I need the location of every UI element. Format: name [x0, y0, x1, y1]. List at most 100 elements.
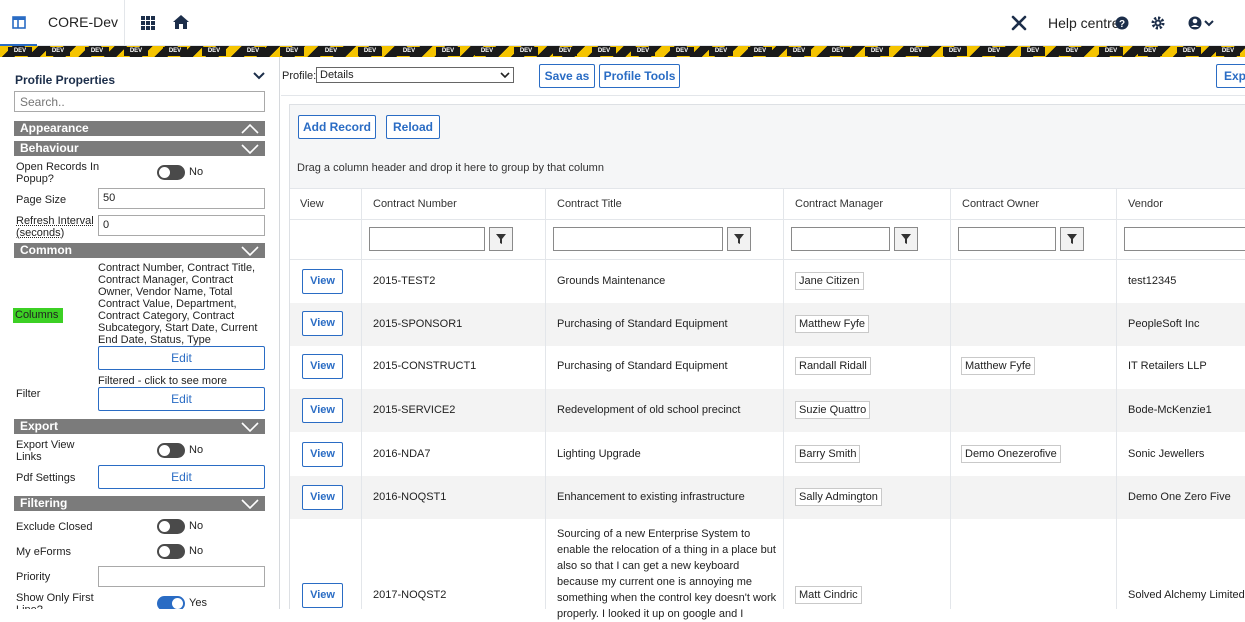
open-popup-label: Open Records In Popup? [16, 161, 100, 185]
dev-tag: DEV [982, 47, 1006, 56]
contract-manager-chip[interactable]: Barry Smith [795, 445, 861, 463]
dev-tag: DEV [1216, 47, 1240, 56]
profile-tools-button[interactable]: Profile Tools [599, 64, 680, 88]
contract-manager-chip[interactable]: Matt Cindric [795, 586, 862, 604]
section-common[interactable]: Common [14, 243, 265, 258]
view-record-button[interactable]: View [302, 583, 343, 608]
filter-input-contract-manager[interactable] [791, 227, 890, 251]
contract-owner-chip[interactable]: Demo Onezerofive [961, 445, 1061, 463]
vendor-cell: Solved Alchemy Limited [1128, 589, 1245, 601]
exclude-closed-toggle[interactable] [157, 519, 185, 534]
view-record-button[interactable]: View [302, 311, 343, 336]
filter-input-contract-number[interactable] [369, 227, 485, 251]
profile-properties-panel: Profile Properties Appearance Behaviour … [0, 57, 280, 609]
show-only-first-toggle[interactable] [157, 596, 185, 609]
dev-tag: DEV [1060, 47, 1084, 56]
filter-input-vendor[interactable] [1124, 227, 1245, 251]
priority-label: Priority [16, 571, 51, 583]
help-centre-link[interactable]: Help centre [1048, 15, 1120, 31]
my-eforms-toggle[interactable] [157, 544, 185, 559]
dev-tag: DEV [358, 47, 382, 56]
layout-toggle-button[interactable] [0, 0, 37, 46]
help-centre-label: Help centre [1048, 15, 1120, 31]
contract-manager-chip[interactable]: Sally Admington [795, 488, 882, 506]
column-header-contract-manager[interactable]: Contract Manager [795, 198, 883, 210]
section-behaviour[interactable]: Behaviour [14, 141, 265, 156]
contract-manager-chip[interactable]: Jane Citizen [795, 272, 864, 290]
dev-tag: DEV [397, 47, 421, 56]
open-popup-toggle[interactable] [157, 165, 185, 180]
dev-tag: DEV [475, 47, 499, 56]
filter-button-contract-manager[interactable] [894, 227, 918, 251]
pdf-settings-label: Pdf Settings [16, 472, 76, 484]
section-appearance[interactable]: Appearance [14, 121, 265, 136]
my-eforms-value: No [189, 545, 204, 557]
show-only-first-label: Show Only First Line? [16, 592, 94, 609]
chevron-down-icon [241, 246, 259, 256]
contract-number-cell: 2016-NDA7 [373, 448, 431, 460]
column-header-contract-owner[interactable]: Contract Owner [962, 198, 1039, 210]
view-record-button[interactable]: View [302, 442, 343, 467]
page-size-input[interactable]: 50 [98, 188, 265, 209]
contract-owner-chip[interactable]: Matthew Fyfe [961, 357, 1036, 375]
filter-edit-button[interactable]: Edit [98, 387, 265, 411]
view-record-button[interactable]: View [302, 485, 343, 510]
section-filtering[interactable]: Filtering [14, 496, 265, 511]
show-only-first-value: Yes [189, 597, 207, 609]
contract-manager-chip[interactable]: Suzie Quattro [795, 401, 871, 419]
section-export[interactable]: Export [14, 419, 265, 434]
divider [124, 0, 125, 46]
filter-button-contract-title[interactable] [727, 227, 751, 251]
column-header-contract-number[interactable]: Contract Number [373, 198, 457, 210]
column-header-view[interactable]: View [300, 198, 324, 210]
dev-tag: DEV [1021, 47, 1045, 56]
export-links-toggle[interactable] [157, 443, 185, 458]
pdf-settings-edit-button[interactable]: Edit [98, 465, 265, 489]
contract-number-cell: 2016-NOQST1 [373, 491, 447, 503]
view-record-button[interactable]: View [302, 269, 343, 294]
group-by-drop-zone[interactable]: Drag a column header and drop it here to… [297, 162, 604, 174]
column-divider [545, 188, 546, 609]
priority-input[interactable] [98, 566, 265, 587]
apps-grid-icon[interactable] [141, 16, 155, 30]
save-as-button[interactable]: Save as [539, 64, 595, 88]
filter-input-contract-owner[interactable] [958, 227, 1056, 251]
reload-button[interactable]: Reload [386, 115, 440, 139]
chevron-up-icon [241, 123, 259, 134]
dev-environment-banner: DEV DEV DEV DEV DEV DEV DEV DEV DEV DEV … [0, 46, 1245, 57]
view-record-button[interactable]: View [302, 398, 343, 423]
refresh-interval-input[interactable]: 0 [98, 215, 265, 236]
export-links-label: Export View Links [16, 439, 75, 463]
section-label: Export [20, 419, 59, 433]
chevron-down-icon[interactable] [253, 70, 265, 82]
view-record-button[interactable]: View [302, 354, 343, 379]
property-search-input[interactable] [14, 91, 265, 112]
chevron-down-icon [241, 144, 259, 154]
dev-tag: DEV [865, 47, 889, 56]
contract-title-cell: Lighting Upgrade [557, 448, 641, 460]
filter-note: Filtered - click to see more [98, 375, 227, 387]
filter-input-contract-title[interactable] [553, 227, 723, 251]
add-record-button[interactable]: Add Record [298, 115, 376, 139]
table-row [290, 432, 1245, 476]
column-divider [783, 188, 784, 609]
open-popup-value: No [189, 166, 204, 178]
gear-icon[interactable] [1151, 16, 1165, 30]
filter-button-contract-number[interactable] [489, 227, 513, 251]
filter-button-contract-owner[interactable] [1060, 227, 1084, 251]
columns-edit-button[interactable]: Edit [98, 346, 265, 370]
column-header-contract-title[interactable]: Contract Title [557, 198, 622, 210]
home-icon[interactable] [172, 14, 190, 30]
export-button[interactable]: Exp [1216, 64, 1245, 88]
user-account-icon[interactable] [1188, 15, 1216, 31]
tools-icon[interactable] [1011, 15, 1027, 31]
contract-title-cell: Purchasing of Standard Equipment [557, 318, 728, 330]
contract-manager-chip[interactable]: Matthew Fyfe [795, 315, 870, 333]
exclude-closed-value: No [189, 520, 204, 532]
section-label: Appearance [20, 121, 89, 135]
vendor-cell: Demo One Zero Five [1128, 491, 1231, 503]
help-circle-icon[interactable]: ? [1115, 16, 1129, 30]
column-header-vendor[interactable]: Vendor [1128, 198, 1163, 210]
profile-select[interactable]: Details [316, 67, 514, 83]
contract-manager-chip[interactable]: Randall Ridall [795, 357, 871, 375]
